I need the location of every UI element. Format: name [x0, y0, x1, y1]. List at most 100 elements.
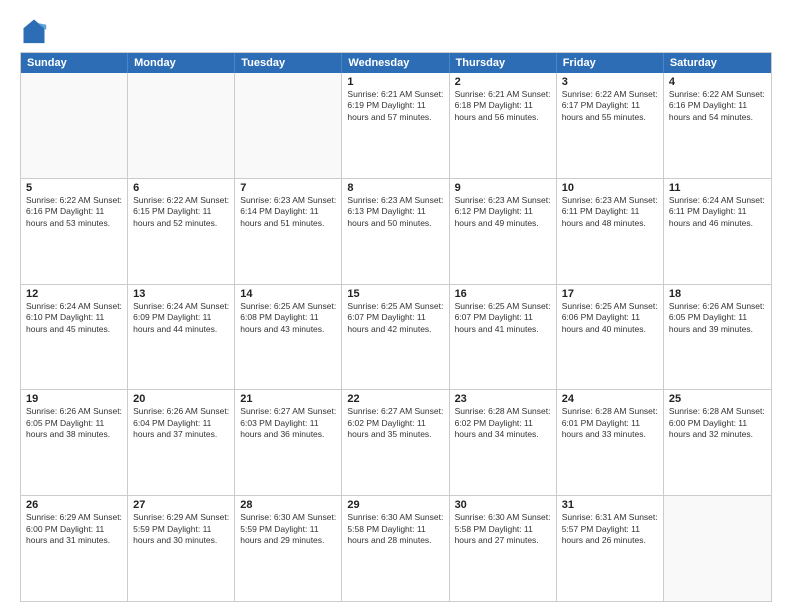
day-number: 15	[347, 288, 443, 300]
cell-info: Sunrise: 6:26 AM Sunset: 6:05 PM Dayligh…	[669, 301, 766, 335]
day-number: 1	[347, 76, 443, 88]
cal-week-4: 19Sunrise: 6:26 AM Sunset: 6:05 PM Dayli…	[21, 389, 771, 495]
day-number: 19	[26, 393, 122, 405]
cal-week-5: 26Sunrise: 6:29 AM Sunset: 6:00 PM Dayli…	[21, 495, 771, 601]
cell-info: Sunrise: 6:22 AM Sunset: 6:15 PM Dayligh…	[133, 195, 229, 229]
cal-cell: 7Sunrise: 6:23 AM Sunset: 6:14 PM Daylig…	[235, 179, 342, 284]
calendar-body: 1Sunrise: 6:21 AM Sunset: 6:19 PM Daylig…	[21, 73, 771, 601]
cal-week-3: 12Sunrise: 6:24 AM Sunset: 6:10 PM Dayli…	[21, 284, 771, 390]
cal-cell: 19Sunrise: 6:26 AM Sunset: 6:05 PM Dayli…	[21, 390, 128, 495]
cell-info: Sunrise: 6:30 AM Sunset: 5:58 PM Dayligh…	[455, 512, 551, 546]
day-number: 22	[347, 393, 443, 405]
cell-info: Sunrise: 6:27 AM Sunset: 6:02 PM Dayligh…	[347, 406, 443, 440]
cal-header-tuesday: Tuesday	[235, 53, 342, 73]
cal-cell: 20Sunrise: 6:26 AM Sunset: 6:04 PM Dayli…	[128, 390, 235, 495]
cell-info: Sunrise: 6:29 AM Sunset: 6:00 PM Dayligh…	[26, 512, 122, 546]
cal-cell	[235, 73, 342, 178]
cell-info: Sunrise: 6:25 AM Sunset: 6:07 PM Dayligh…	[455, 301, 551, 335]
cell-info: Sunrise: 6:29 AM Sunset: 5:59 PM Dayligh…	[133, 512, 229, 546]
day-number: 7	[240, 182, 336, 194]
cal-cell: 1Sunrise: 6:21 AM Sunset: 6:19 PM Daylig…	[342, 73, 449, 178]
cal-cell	[128, 73, 235, 178]
cell-info: Sunrise: 6:23 AM Sunset: 6:14 PM Dayligh…	[240, 195, 336, 229]
cal-header-friday: Friday	[557, 53, 664, 73]
cell-info: Sunrise: 6:24 AM Sunset: 6:10 PM Dayligh…	[26, 301, 122, 335]
cal-cell: 18Sunrise: 6:26 AM Sunset: 6:05 PM Dayli…	[664, 285, 771, 390]
cell-info: Sunrise: 6:23 AM Sunset: 6:11 PM Dayligh…	[562, 195, 658, 229]
cell-info: Sunrise: 6:30 AM Sunset: 5:58 PM Dayligh…	[347, 512, 443, 546]
day-number: 3	[562, 76, 658, 88]
cal-header-wednesday: Wednesday	[342, 53, 449, 73]
cal-cell	[21, 73, 128, 178]
cal-cell	[664, 496, 771, 601]
cal-cell: 12Sunrise: 6:24 AM Sunset: 6:10 PM Dayli…	[21, 285, 128, 390]
day-number: 29	[347, 499, 443, 511]
cell-info: Sunrise: 6:22 AM Sunset: 6:16 PM Dayligh…	[26, 195, 122, 229]
cal-cell: 15Sunrise: 6:25 AM Sunset: 6:07 PM Dayli…	[342, 285, 449, 390]
cal-cell: 6Sunrise: 6:22 AM Sunset: 6:15 PM Daylig…	[128, 179, 235, 284]
cal-header-monday: Monday	[128, 53, 235, 73]
cell-info: Sunrise: 6:26 AM Sunset: 6:05 PM Dayligh…	[26, 406, 122, 440]
cal-header-sunday: Sunday	[21, 53, 128, 73]
day-number: 21	[240, 393, 336, 405]
cal-cell: 21Sunrise: 6:27 AM Sunset: 6:03 PM Dayli…	[235, 390, 342, 495]
cell-info: Sunrise: 6:28 AM Sunset: 6:01 PM Dayligh…	[562, 406, 658, 440]
day-number: 8	[347, 182, 443, 194]
cal-cell: 5Sunrise: 6:22 AM Sunset: 6:16 PM Daylig…	[21, 179, 128, 284]
cal-cell: 26Sunrise: 6:29 AM Sunset: 6:00 PM Dayli…	[21, 496, 128, 601]
cal-cell: 9Sunrise: 6:23 AM Sunset: 6:12 PM Daylig…	[450, 179, 557, 284]
header	[20, 16, 772, 44]
cell-info: Sunrise: 6:23 AM Sunset: 6:13 PM Dayligh…	[347, 195, 443, 229]
cell-info: Sunrise: 6:21 AM Sunset: 6:18 PM Dayligh…	[455, 89, 551, 123]
calendar-header: SundayMondayTuesdayWednesdayThursdayFrid…	[21, 53, 771, 73]
day-number: 11	[669, 182, 766, 194]
day-number: 16	[455, 288, 551, 300]
calendar: SundayMondayTuesdayWednesdayThursdayFrid…	[20, 52, 772, 602]
cal-week-2: 5Sunrise: 6:22 AM Sunset: 6:16 PM Daylig…	[21, 178, 771, 284]
cal-cell: 30Sunrise: 6:30 AM Sunset: 5:58 PM Dayli…	[450, 496, 557, 601]
day-number: 13	[133, 288, 229, 300]
cal-header-saturday: Saturday	[664, 53, 771, 73]
cell-info: Sunrise: 6:24 AM Sunset: 6:11 PM Dayligh…	[669, 195, 766, 229]
cal-cell: 4Sunrise: 6:22 AM Sunset: 6:16 PM Daylig…	[664, 73, 771, 178]
day-number: 25	[669, 393, 766, 405]
cell-info: Sunrise: 6:26 AM Sunset: 6:04 PM Dayligh…	[133, 406, 229, 440]
cell-info: Sunrise: 6:28 AM Sunset: 6:02 PM Dayligh…	[455, 406, 551, 440]
day-number: 4	[669, 76, 766, 88]
cal-cell: 3Sunrise: 6:22 AM Sunset: 6:17 PM Daylig…	[557, 73, 664, 178]
cell-info: Sunrise: 6:30 AM Sunset: 5:59 PM Dayligh…	[240, 512, 336, 546]
cal-cell: 8Sunrise: 6:23 AM Sunset: 6:13 PM Daylig…	[342, 179, 449, 284]
day-number: 18	[669, 288, 766, 300]
day-number: 28	[240, 499, 336, 511]
cal-week-1: 1Sunrise: 6:21 AM Sunset: 6:19 PM Daylig…	[21, 73, 771, 178]
cal-cell: 16Sunrise: 6:25 AM Sunset: 6:07 PM Dayli…	[450, 285, 557, 390]
day-number: 12	[26, 288, 122, 300]
cell-info: Sunrise: 6:25 AM Sunset: 6:06 PM Dayligh…	[562, 301, 658, 335]
cell-info: Sunrise: 6:25 AM Sunset: 6:07 PM Dayligh…	[347, 301, 443, 335]
day-number: 20	[133, 393, 229, 405]
cell-info: Sunrise: 6:22 AM Sunset: 6:17 PM Dayligh…	[562, 89, 658, 123]
cal-cell: 23Sunrise: 6:28 AM Sunset: 6:02 PM Dayli…	[450, 390, 557, 495]
day-number: 6	[133, 182, 229, 194]
cal-cell: 28Sunrise: 6:30 AM Sunset: 5:59 PM Dayli…	[235, 496, 342, 601]
cal-cell: 24Sunrise: 6:28 AM Sunset: 6:01 PM Dayli…	[557, 390, 664, 495]
day-number: 24	[562, 393, 658, 405]
cell-info: Sunrise: 6:22 AM Sunset: 6:16 PM Dayligh…	[669, 89, 766, 123]
cell-info: Sunrise: 6:23 AM Sunset: 6:12 PM Dayligh…	[455, 195, 551, 229]
day-number: 2	[455, 76, 551, 88]
cal-header-thursday: Thursday	[450, 53, 557, 73]
cal-cell: 14Sunrise: 6:25 AM Sunset: 6:08 PM Dayli…	[235, 285, 342, 390]
cell-info: Sunrise: 6:28 AM Sunset: 6:00 PM Dayligh…	[669, 406, 766, 440]
cal-cell: 27Sunrise: 6:29 AM Sunset: 5:59 PM Dayli…	[128, 496, 235, 601]
cal-cell: 22Sunrise: 6:27 AM Sunset: 6:02 PM Dayli…	[342, 390, 449, 495]
page: SundayMondayTuesdayWednesdayThursdayFrid…	[0, 0, 792, 612]
day-number: 14	[240, 288, 336, 300]
day-number: 17	[562, 288, 658, 300]
cell-info: Sunrise: 6:25 AM Sunset: 6:08 PM Dayligh…	[240, 301, 336, 335]
cal-cell: 11Sunrise: 6:24 AM Sunset: 6:11 PM Dayli…	[664, 179, 771, 284]
cal-cell: 31Sunrise: 6:31 AM Sunset: 5:57 PM Dayli…	[557, 496, 664, 601]
cal-cell: 13Sunrise: 6:24 AM Sunset: 6:09 PM Dayli…	[128, 285, 235, 390]
cell-info: Sunrise: 6:27 AM Sunset: 6:03 PM Dayligh…	[240, 406, 336, 440]
day-number: 9	[455, 182, 551, 194]
logo-icon	[20, 16, 48, 44]
